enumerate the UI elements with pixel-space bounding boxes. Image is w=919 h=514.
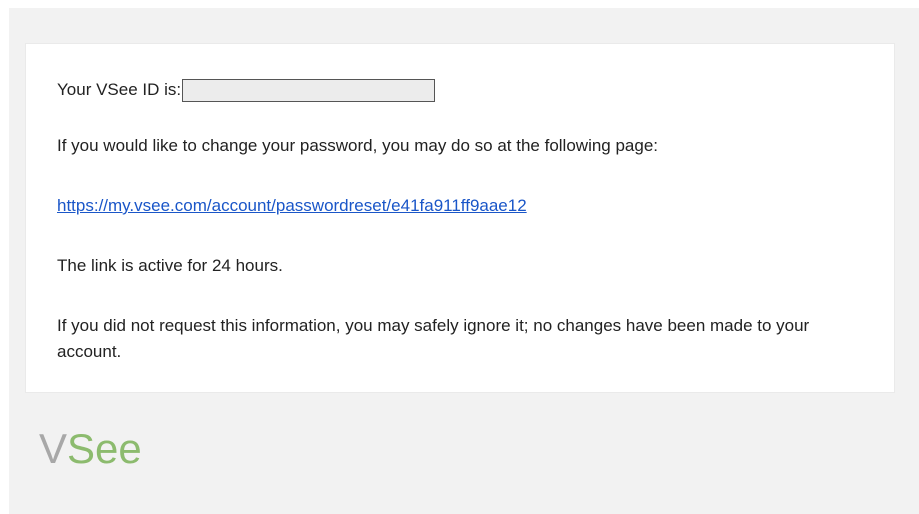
- link-active-text: The link is active for 24 hours.: [57, 256, 283, 275]
- ignore-notice-text: If you did not request this information,…: [57, 316, 810, 361]
- password-reset-link[interactable]: https://my.vsee.com/account/passwordrese…: [57, 193, 527, 219]
- vsee-logo-see: See: [67, 425, 142, 472]
- vsee-id-field[interactable]: [182, 78, 436, 102]
- email-background: Your VSee ID is: If you would like to ch…: [9, 8, 919, 514]
- email-card: Your VSee ID is: If you would like to ch…: [25, 43, 895, 393]
- vsee-id-label: Your VSee ID is:: [57, 80, 182, 99]
- vsee-logo-v: V: [39, 425, 68, 472]
- vsee-logo: VSee: [39, 428, 142, 470]
- change-password-text: If you would like to change your passwor…: [57, 136, 659, 155]
- vsee-id-row: Your VSee ID is:: [57, 77, 436, 103]
